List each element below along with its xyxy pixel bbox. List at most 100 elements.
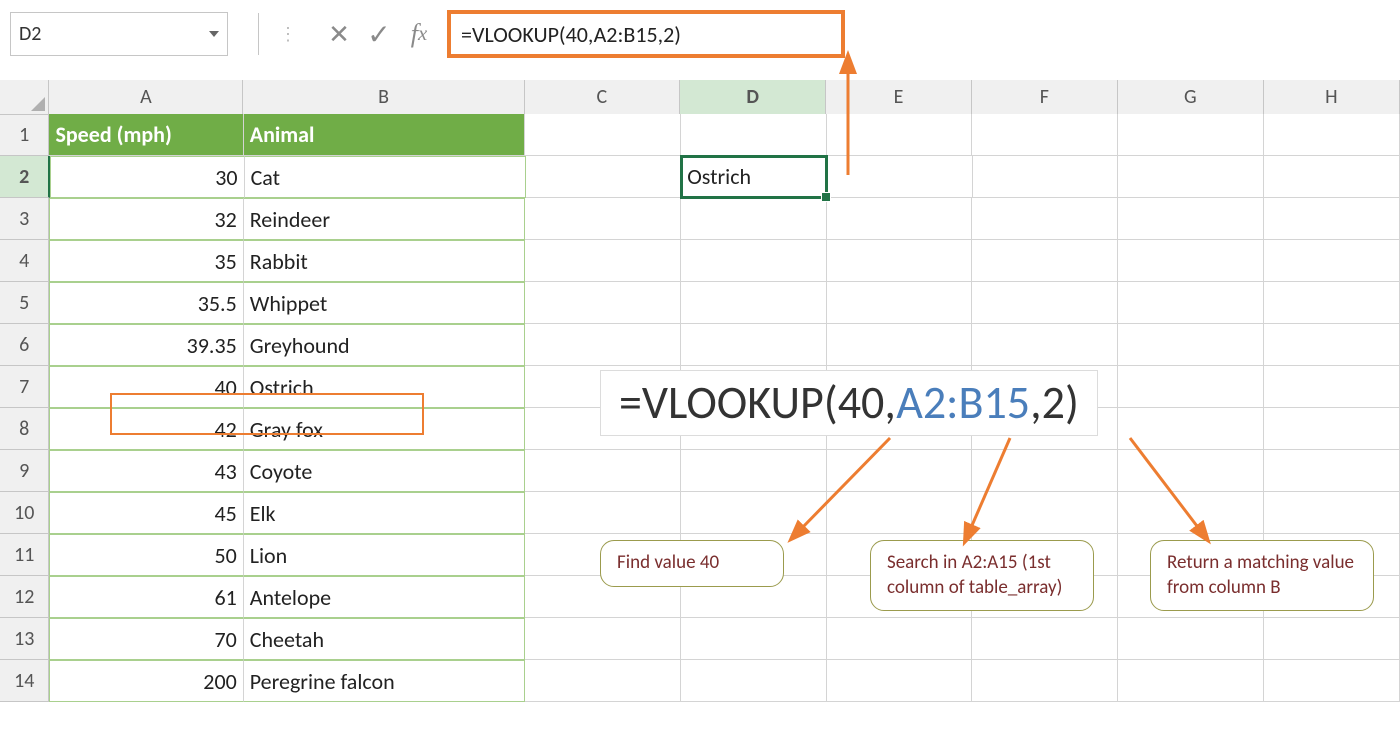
cell-G1[interactable]	[1118, 114, 1264, 156]
cell-A2[interactable]: 30	[50, 156, 244, 198]
cell-B9[interactable]: Coyote	[244, 450, 526, 492]
row-header-13[interactable]: 13	[0, 618, 49, 660]
cell-H9[interactable]	[1264, 450, 1400, 492]
cell-D3[interactable]	[681, 198, 827, 240]
cell-H5[interactable]	[1264, 282, 1400, 324]
row-header-2[interactable]: 2	[0, 156, 50, 198]
cell-C1[interactable]	[525, 114, 680, 156]
formula-input[interactable]: =VLOOKUP(40,A2:B15,2)	[447, 10, 845, 58]
cell-B3[interactable]: Reindeer	[244, 198, 526, 240]
cell-H10[interactable]	[1264, 492, 1400, 534]
name-box[interactable]: D2	[10, 12, 228, 56]
cell-B1[interactable]: Animal	[244, 114, 526, 156]
cell-H3[interactable]	[1264, 198, 1400, 240]
enter-icon[interactable]: ✓	[359, 13, 399, 55]
cell-H14[interactable]	[1264, 660, 1400, 702]
col-header-C[interactable]: C	[525, 80, 681, 115]
cell-G10[interactable]	[1118, 492, 1264, 534]
cell-D6[interactable]	[681, 324, 827, 366]
cell-D13[interactable]	[681, 618, 827, 660]
col-header-H[interactable]: H	[1264, 80, 1400, 115]
cell-A1[interactable]: Speed (mph)	[49, 114, 243, 156]
cell-B14[interactable]: Peregrine falcon	[244, 660, 526, 702]
cell-A3[interactable]: 32	[49, 198, 243, 240]
cell-F4[interactable]	[972, 240, 1118, 282]
cell-C3[interactable]	[525, 198, 680, 240]
cell-G6[interactable]	[1118, 324, 1264, 366]
cell-H7[interactable]	[1264, 366, 1400, 408]
cell-B12[interactable]: Antelope	[244, 576, 526, 618]
cell-A8[interactable]: 42	[49, 408, 243, 450]
cell-E6[interactable]	[827, 324, 973, 366]
cell-F3[interactable]	[972, 198, 1118, 240]
cell-A4[interactable]: 35	[49, 240, 243, 282]
cell-D5[interactable]	[681, 282, 827, 324]
cell-C4[interactable]	[525, 240, 680, 282]
cell-E2[interactable]	[827, 156, 973, 198]
cell-G3[interactable]	[1118, 198, 1264, 240]
cell-F6[interactable]	[972, 324, 1118, 366]
cell-F2[interactable]	[973, 156, 1119, 198]
cell-H2[interactable]	[1264, 156, 1400, 198]
cell-H8[interactable]	[1264, 408, 1400, 450]
cell-D10[interactable]	[681, 492, 827, 534]
cell-D2[interactable]: Ostrich	[681, 156, 827, 198]
cell-C14[interactable]	[525, 660, 680, 702]
cell-C13[interactable]	[525, 618, 680, 660]
cell-B8[interactable]: Gray fox	[244, 408, 526, 450]
cell-H4[interactable]	[1264, 240, 1400, 282]
cell-B6[interactable]: Greyhound	[244, 324, 526, 366]
cell-A14[interactable]: 200	[49, 660, 243, 702]
col-header-F[interactable]: F	[972, 80, 1118, 115]
col-header-G[interactable]: G	[1118, 80, 1264, 115]
cell-B4[interactable]: Rabbit	[244, 240, 526, 282]
row-header-5[interactable]: 5	[0, 282, 49, 324]
row-header-8[interactable]: 8	[0, 408, 49, 450]
cell-E13[interactable]	[827, 618, 973, 660]
fill-handle[interactable]	[821, 192, 831, 202]
row-header-1[interactable]: 1	[0, 114, 49, 156]
chevron-down-icon[interactable]	[209, 31, 219, 37]
cell-H1[interactable]	[1264, 114, 1400, 156]
row-header-7[interactable]: 7	[0, 366, 49, 408]
cell-A12[interactable]: 61	[49, 576, 243, 618]
cell-E14[interactable]	[827, 660, 973, 702]
cell-C9[interactable]	[525, 450, 680, 492]
cell-A5[interactable]: 35.5	[49, 282, 243, 324]
cell-B10[interactable]: Elk	[244, 492, 526, 534]
cell-A7[interactable]: 40	[49, 366, 243, 408]
cell-D1[interactable]	[681, 114, 827, 156]
cell-F14[interactable]	[972, 660, 1118, 702]
cell-A11[interactable]: 50	[49, 534, 243, 576]
cell-F13[interactable]	[972, 618, 1118, 660]
cell-E1[interactable]	[827, 114, 973, 156]
col-header-B[interactable]: B	[243, 80, 524, 115]
cancel-icon[interactable]: ✕	[319, 13, 359, 55]
cell-F9[interactable]	[972, 450, 1118, 492]
cell-A6[interactable]: 39.35	[49, 324, 243, 366]
cell-A9[interactable]: 43	[49, 450, 243, 492]
cell-G14[interactable]	[1118, 660, 1264, 702]
cell-F10[interactable]	[972, 492, 1118, 534]
select-all-corner[interactable]	[0, 80, 49, 115]
cell-E3[interactable]	[827, 198, 973, 240]
cell-C10[interactable]	[525, 492, 680, 534]
cell-B11[interactable]: Lion	[244, 534, 526, 576]
cell-E9[interactable]	[827, 450, 973, 492]
cell-B7[interactable]: Ostrich	[244, 366, 526, 408]
cell-G2[interactable]	[1118, 156, 1264, 198]
cell-H13[interactable]	[1264, 618, 1400, 660]
row-header-10[interactable]: 10	[0, 492, 49, 534]
cell-F5[interactable]	[972, 282, 1118, 324]
cell-E10[interactable]	[827, 492, 973, 534]
row-header-9[interactable]: 9	[0, 450, 49, 492]
cell-D4[interactable]	[681, 240, 827, 282]
cell-G7[interactable]	[1118, 366, 1264, 408]
cell-E5[interactable]	[827, 282, 973, 324]
cell-C5[interactable]	[525, 282, 680, 324]
cell-B5[interactable]: Whippet	[244, 282, 526, 324]
cell-F1[interactable]	[972, 114, 1118, 156]
cell-B13[interactable]: Cheetah	[244, 618, 526, 660]
cell-G5[interactable]	[1118, 282, 1264, 324]
row-header-6[interactable]: 6	[0, 324, 49, 366]
